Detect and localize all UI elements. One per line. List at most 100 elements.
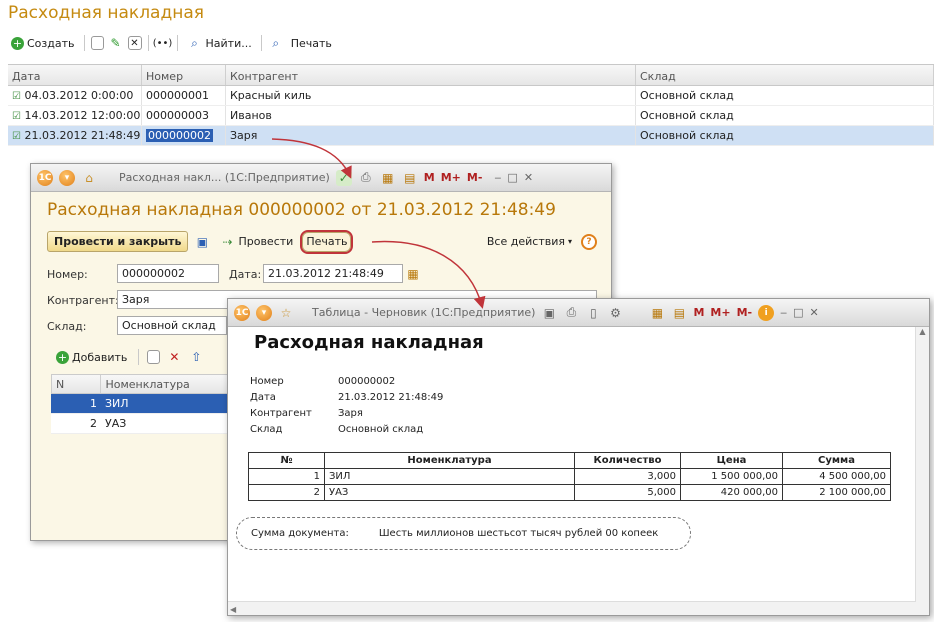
app-logo-icon[interactable]: 1С <box>234 304 250 321</box>
app-logo-icon[interactable]: 1С <box>37 169 53 186</box>
calendar-icon[interactable]: ▦ <box>405 266 421 282</box>
expand-icon[interactable]: (••) <box>153 35 173 51</box>
post-icon: ⇢ <box>222 234 233 249</box>
print-icon[interactable]: ⎙ <box>358 170 374 186</box>
date-field[interactable]: 21.03.2012 21:48:49 <box>263 264 403 283</box>
column-header-date[interactable]: Дата <box>8 65 142 85</box>
column-header-sum: Сумма <box>782 452 891 469</box>
table-row[interactable]: ☑ 14.03.2012 12:00:00 000000003 Иванов О… <box>8 106 934 126</box>
menu-icon[interactable]: ▾ <box>256 304 272 321</box>
row-qty: 5,000 <box>574 484 681 501</box>
column-header-n[interactable]: N <box>52 375 102 393</box>
edit-icon[interactable]: ✎ <box>108 35 124 51</box>
save-icon[interactable]: ▣ <box>194 234 210 250</box>
form-command-bar: Провести и закрыть ▣ ⇢ Провести Печать В… <box>47 229 597 254</box>
table-header: Дата Номер Контрагент Склад <box>8 64 934 86</box>
delete-mark-icon[interactable]: ✕ <box>127 36 142 50</box>
row-date: 21.03.2012 21:48:49 <box>24 129 141 142</box>
field-label: Номер <box>250 376 284 387</box>
row-item: ЗИЛ <box>324 468 575 485</box>
settings-icon[interactable]: ⚙ <box>607 305 623 321</box>
memory-m-icon[interactable]: M <box>424 171 435 184</box>
minimize-icon[interactable]: ‒ <box>494 171 501 184</box>
find-label: Найти... <box>205 36 252 50</box>
separator <box>147 35 149 51</box>
add-row-button[interactable]: + Добавить <box>53 347 130 367</box>
memory-m-icon[interactable]: M <box>693 306 704 319</box>
print-window-title: Таблица - Черновик (1С:Предприятие) <box>312 306 536 319</box>
memory-minus-icon[interactable]: M- <box>467 171 483 184</box>
print-menu-button[interactable]: Печать <box>300 229 354 254</box>
copy-icon[interactable] <box>90 36 104 50</box>
row-number: 000000003 <box>142 106 226 125</box>
horizontal-scrollbar[interactable]: ◀ <box>228 601 916 615</box>
minimize-icon[interactable]: ‒ <box>780 306 787 319</box>
scroll-left-icon[interactable]: ◀ <box>228 605 236 614</box>
memory-plus-icon[interactable]: M+ <box>441 171 461 184</box>
table-row[interactable]: ☑ 04.03.2012 0:00:00 000000001 Красный к… <box>8 86 934 106</box>
column-header-number[interactable]: Номер <box>142 65 226 85</box>
close-icon[interactable]: ✕ <box>810 306 819 319</box>
column-header-item[interactable]: Номенклатура <box>101 375 228 393</box>
link-icon[interactable]: ✓ <box>335 169 352 186</box>
copy-icon[interactable] <box>147 350 161 364</box>
search-cancel-icon[interactable]: ⌕ <box>268 35 284 51</box>
home-icon[interactable]: ⌂ <box>81 170 97 186</box>
add-icon: + <box>56 350 69 364</box>
delete-icon[interactable]: ✕ <box>166 349 182 365</box>
print-label: Печать <box>290 36 332 50</box>
field-value: Заря <box>338 408 363 419</box>
number-field[interactable]: 000000002 <box>117 264 219 283</box>
all-actions-button[interactable]: Все действия ▾ <box>484 232 575 252</box>
counterparty-label: Контрагент: <box>47 294 119 307</box>
help-icon[interactable]: ? <box>581 233 597 250</box>
sum-in-words: Шесть миллионов шестьсот тысяч рублей 00… <box>378 528 659 539</box>
maximize-icon[interactable]: □ <box>793 306 803 319</box>
scroll-up-icon[interactable]: ▲ <box>916 327 929 336</box>
row-n: 2 <box>90 417 97 430</box>
table-row[interactable]: 1 ЗИЛ <box>51 394 229 414</box>
menu-icon[interactable]: ▾ <box>59 169 75 186</box>
table-row[interactable]: 2 УАЗ <box>51 414 229 434</box>
favorites-icon[interactable]: ☆ <box>278 305 294 321</box>
separator <box>260 35 262 51</box>
calculator-icon[interactable]: ▦ <box>649 305 665 321</box>
post-button[interactable]: ⇢ Провести <box>216 232 296 252</box>
post-and-close-button[interactable]: Провести и закрыть <box>47 231 189 252</box>
warehouse-field[interactable]: Основной склад <box>117 316 227 335</box>
memory-minus-icon[interactable]: M- <box>737 306 753 319</box>
create-button[interactable]: + Создать <box>8 33 78 53</box>
maximize-icon[interactable]: □ <box>507 171 517 184</box>
row-counterparty: Красный киль <box>226 86 636 105</box>
field-value: 000000002 <box>338 376 396 387</box>
table-row-selected[interactable]: ☑ 21.03.2012 21:48:49 000000002 Заря Осн… <box>8 126 934 146</box>
column-header-counterparty[interactable]: Контрагент <box>226 65 636 85</box>
field-value: Основной склад <box>338 424 424 435</box>
memory-plus-icon[interactable]: M+ <box>710 306 730 319</box>
column-header-warehouse[interactable]: Склад <box>636 65 934 85</box>
row-warehouse: Основной склад <box>636 86 934 105</box>
calendar-icon[interactable]: ▤ <box>402 170 418 186</box>
row-sum: 2 100 000,00 <box>782 484 891 501</box>
close-icon[interactable]: ✕ <box>524 171 533 184</box>
move-up-icon[interactable]: ⇧ <box>188 349 204 365</box>
table-row: 2 УАЗ 5,000 420 000,00 2 100 000,00 <box>248 484 891 501</box>
goods-table-header: № Номенклатура Количество Цена Сумма <box>248 452 891 469</box>
calendar-icon[interactable]: ▤ <box>671 305 687 321</box>
separator <box>83 35 85 51</box>
vertical-scrollbar[interactable]: ▲ <box>915 327 929 615</box>
items-table: N Номенклатура 1 ЗИЛ 2 УАЗ <box>51 374 229 434</box>
field-value: 21.03.2012 21:48:49 <box>338 392 444 403</box>
find-button[interactable]: ⌕ Найти... <box>184 33 255 53</box>
calculator-icon[interactable]: ▦ <box>380 170 396 186</box>
row-sum: 4 500 000,00 <box>782 468 891 485</box>
print-icon[interactable]: ⎙ <box>563 305 579 321</box>
save-icon[interactable]: ▣ <box>541 305 557 321</box>
print-button[interactable]: Печать <box>288 33 335 53</box>
info-icon[interactable]: i <box>758 304 775 321</box>
preview-icon[interactable]: ▯ <box>585 305 601 321</box>
row-n: 1 <box>248 468 325 485</box>
add-label: Добавить <box>72 350 128 364</box>
list-toolbar: + Создать ✎ ✕ (••) ⌕ Найти... ⌕ Печать <box>8 32 335 54</box>
column-header-item: Номенклатура <box>324 452 575 469</box>
